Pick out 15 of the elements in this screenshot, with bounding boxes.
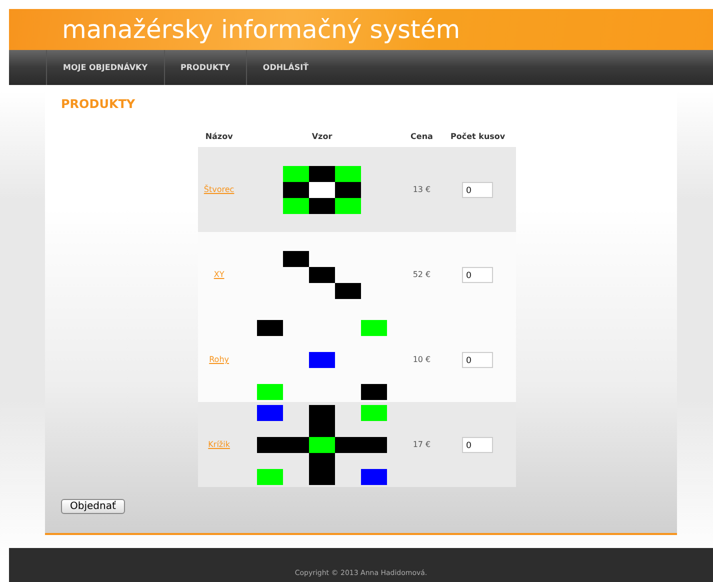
page-title: PRODUKTY — [61, 97, 136, 111]
price-text: 10 € — [412, 355, 431, 364]
column-header: Počet kusov — [440, 125, 516, 147]
order-button[interactable]: Objednať — [61, 499, 125, 514]
quantity-field[interactable]: 0 — [462, 436, 494, 452]
quantity-field[interactable]: 0 — [462, 266, 494, 282]
price-text: 17 € — [412, 440, 431, 449]
column-header: Vzor — [240, 125, 404, 147]
price-text: 13 € — [412, 185, 431, 194]
column-header: Názov — [198, 125, 240, 147]
site-title: manažérsky informačný systém — [62, 15, 460, 44]
quantity-field[interactable]: 0 — [462, 182, 494, 198]
price-text: 52 € — [412, 270, 431, 279]
column-header: Cena — [404, 125, 440, 147]
quantity-field[interactable]: 0 — [462, 352, 494, 368]
